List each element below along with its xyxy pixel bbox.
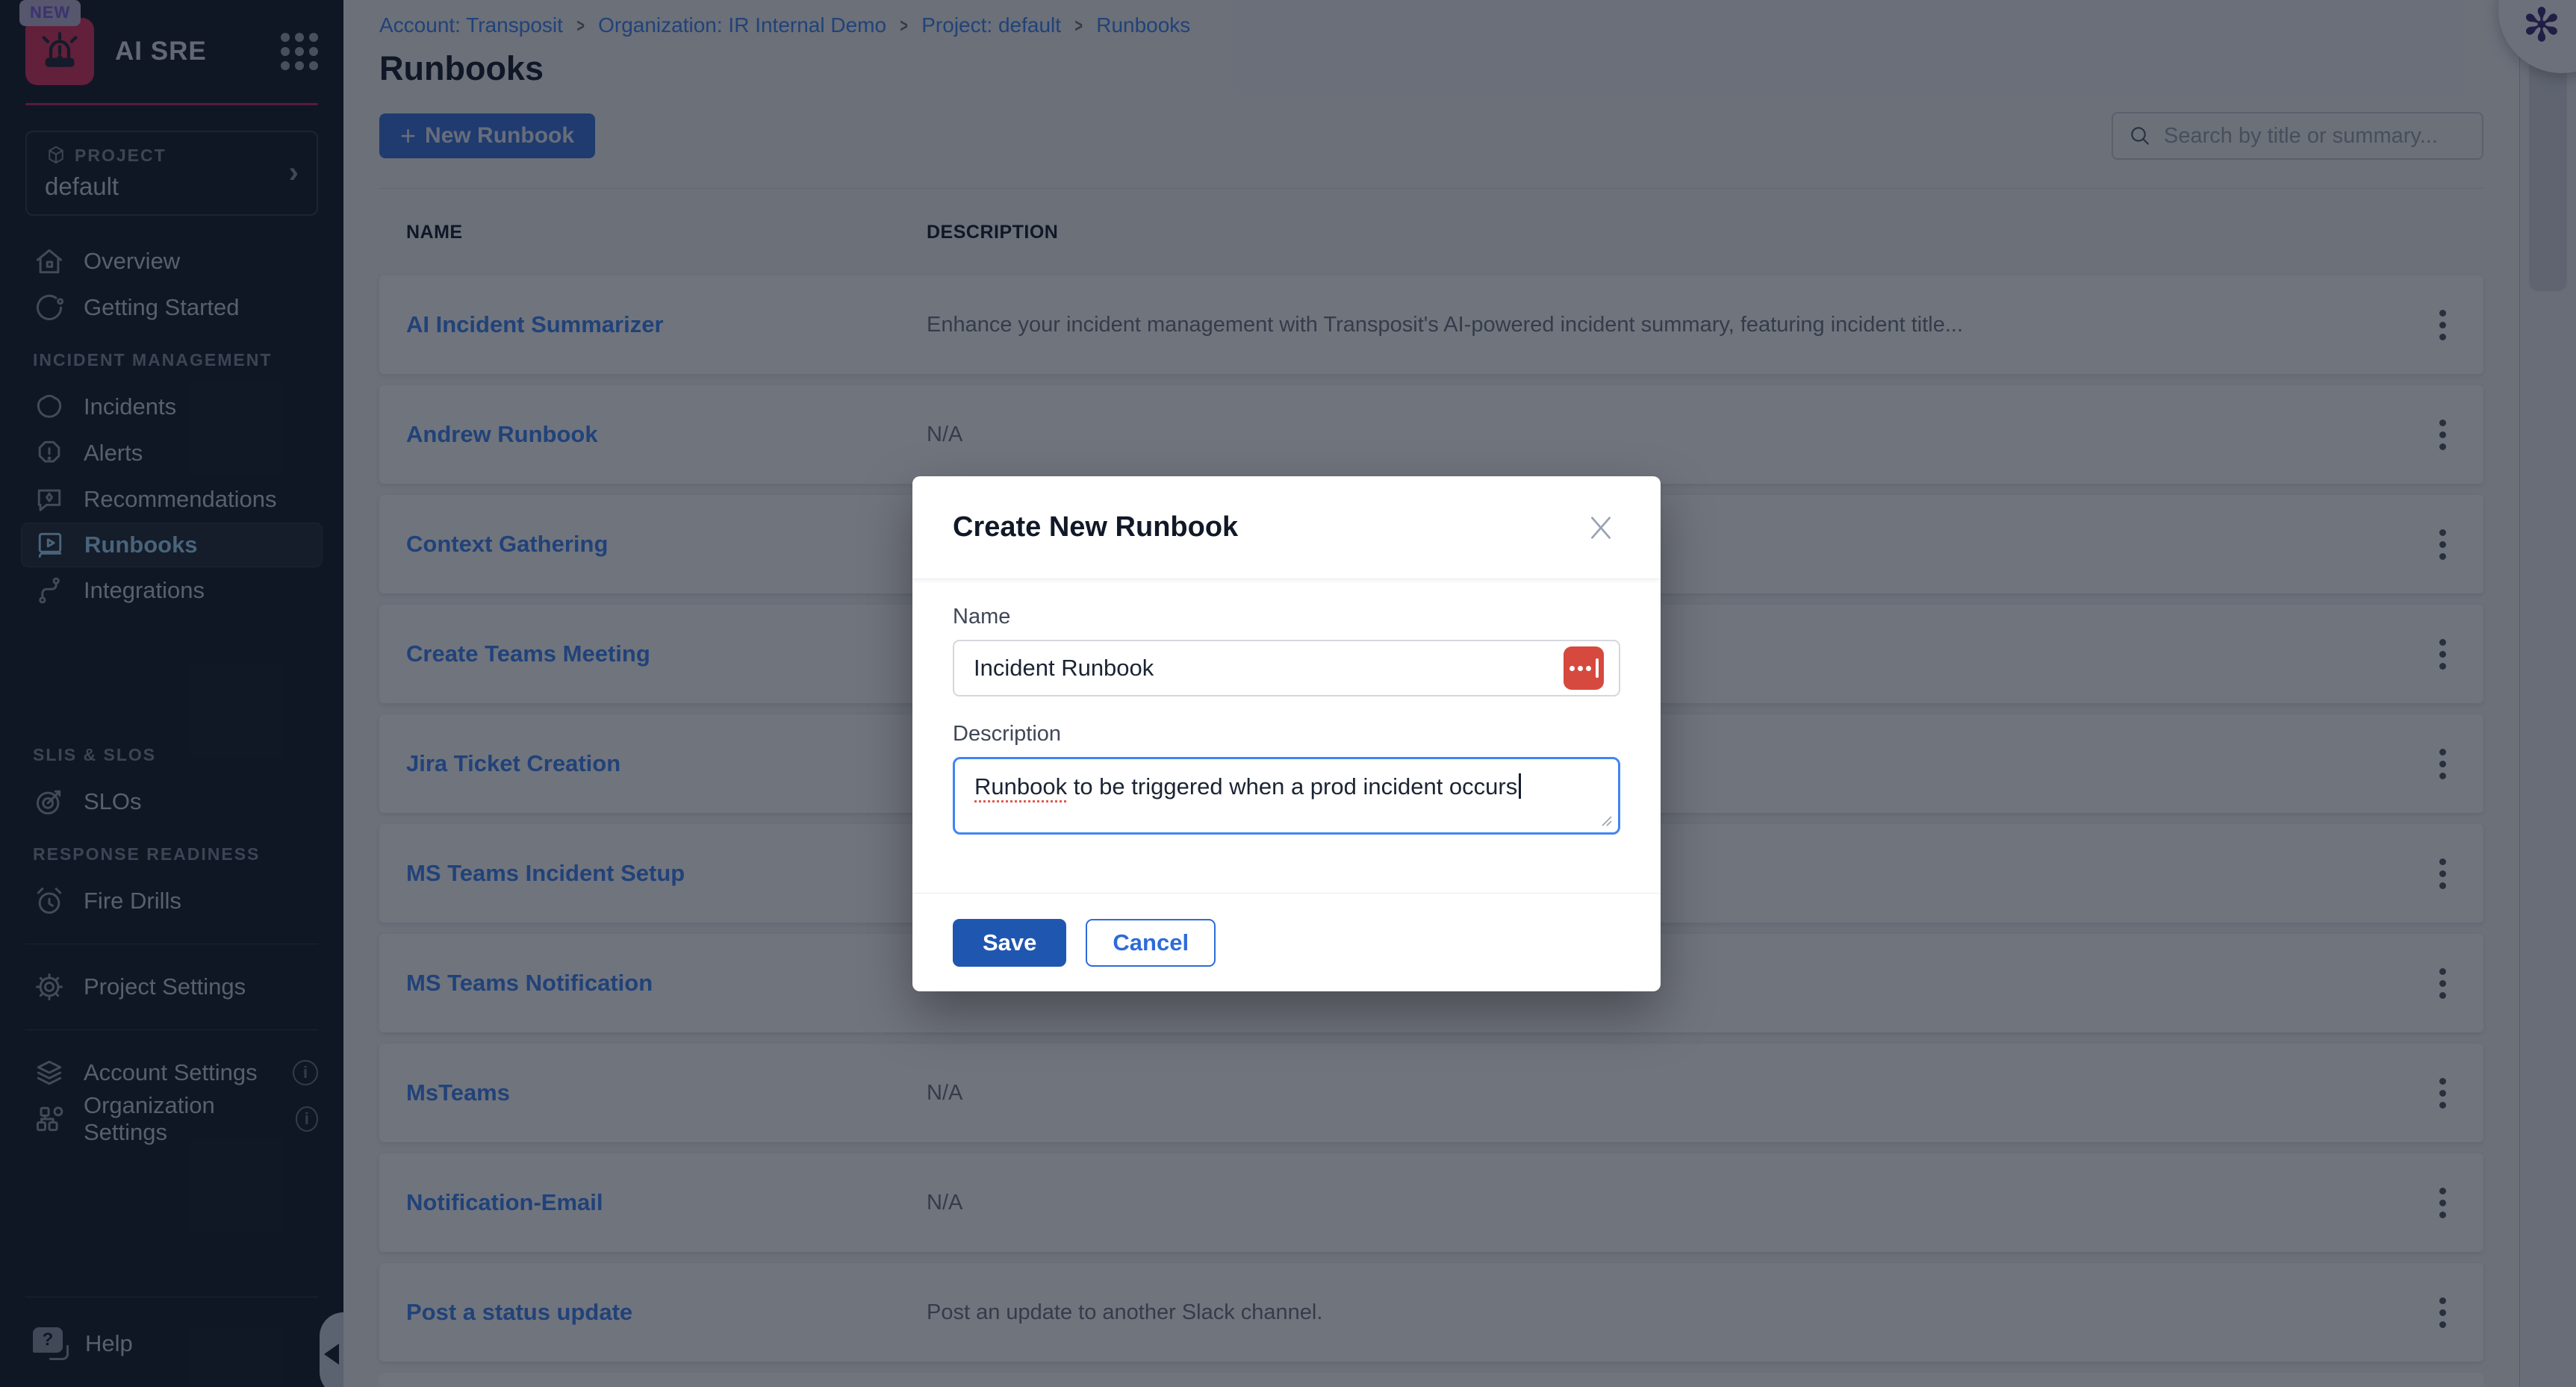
app-root: NEW AI SRE PROJECT default › — [0, 0, 2576, 1387]
close-icon — [1586, 513, 1616, 543]
description-text: to be triggered when a prod incident occ… — [1067, 773, 1517, 800]
description-textarea[interactable]: Runbook to be triggered when a prod inci… — [953, 757, 1620, 835]
modal-footer: Save Cancel — [912, 893, 1661, 991]
name-input[interactable] — [953, 640, 1620, 696]
close-button[interactable] — [1581, 508, 1620, 547]
text-caret — [1519, 773, 1521, 799]
password-manager-icon[interactable] — [1564, 646, 1604, 690]
modal-body: Name Description Runbook to be triggered… — [912, 579, 1661, 835]
create-runbook-modal: Create New Runbook Name Description Runb… — [912, 476, 1661, 991]
description-label: Description — [953, 722, 1620, 747]
modal-title: Create New Runbook — [953, 511, 1238, 543]
save-button[interactable]: Save — [953, 919, 1066, 967]
name-label: Name — [953, 605, 1620, 629]
cancel-button[interactable]: Cancel — [1086, 919, 1216, 967]
description-text-misspelled: Runbook — [974, 773, 1067, 800]
modal-header: Create New Runbook — [912, 476, 1661, 579]
resize-handle-icon[interactable] — [1599, 814, 1613, 827]
